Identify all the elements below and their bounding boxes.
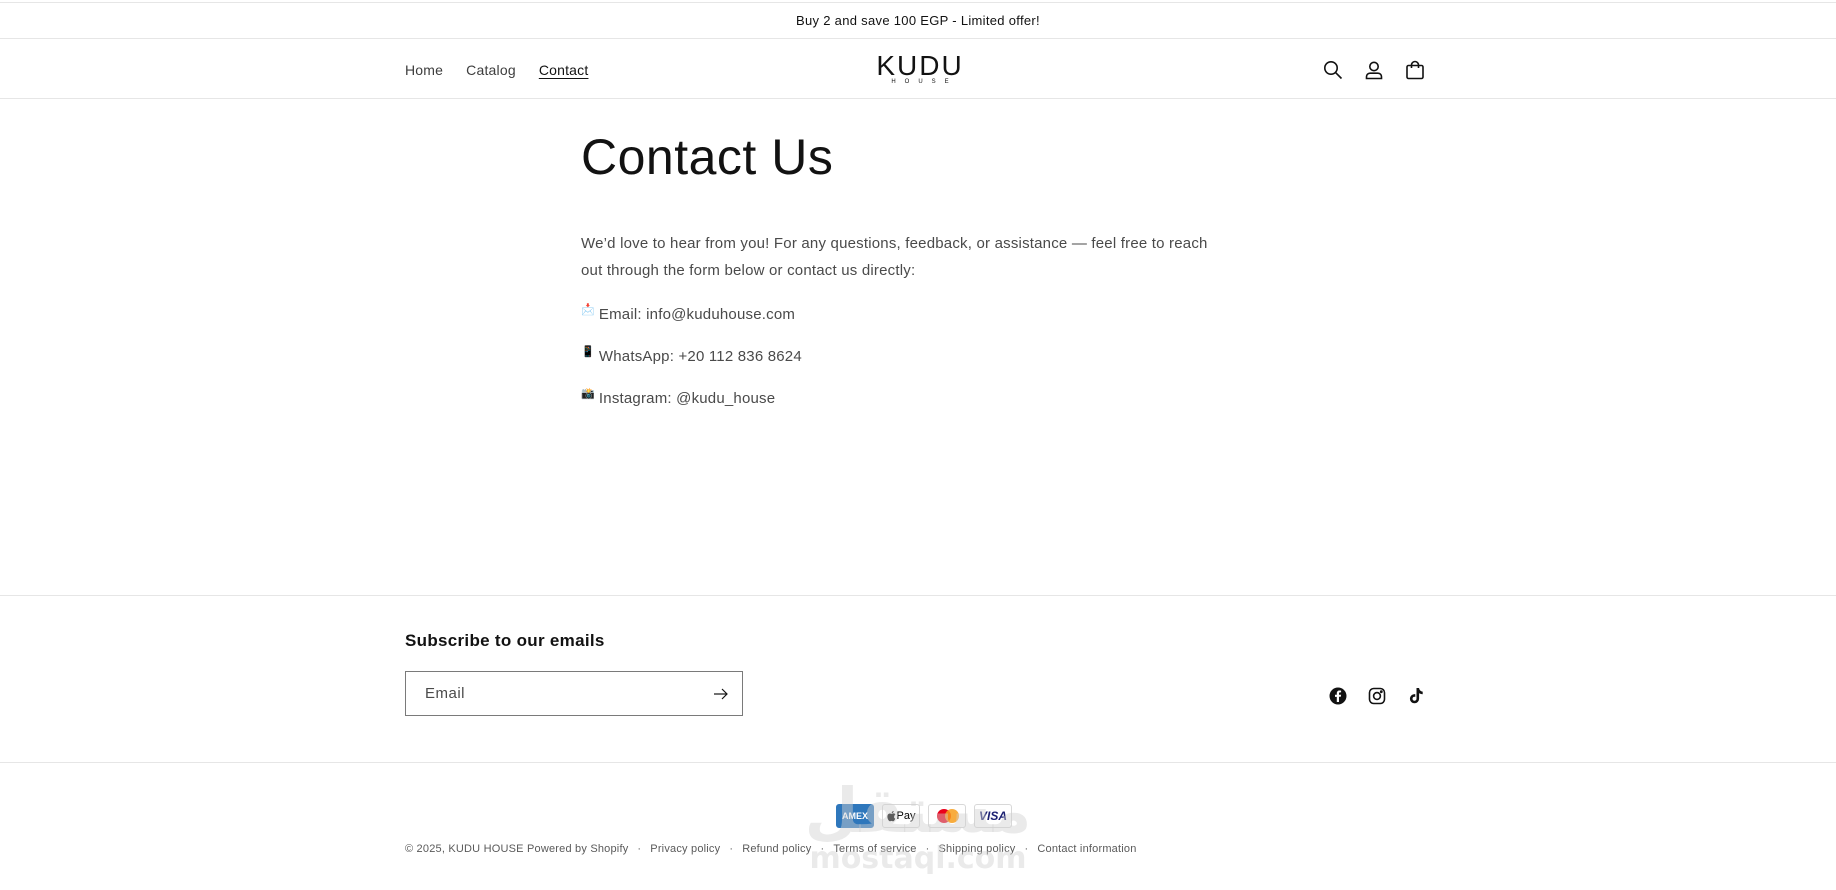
copyright-text: © 2025, [405, 843, 446, 855]
phone-icon: 📱 [581, 346, 595, 358]
site-logo[interactable]: KUDU HOUSE [876, 52, 961, 86]
announcement-text: Buy 2 and save 100 EGP - Limited offer! [796, 13, 1040, 28]
shipping-policy-link[interactable]: Shipping policy [938, 843, 1015, 855]
subscribe-title: Subscribe to our emails [405, 631, 605, 650]
logo-main: KUDU [876, 50, 964, 81]
envelope-icon: 📩 [581, 304, 595, 316]
footer-divider-mid [0, 762, 1836, 763]
site-header: Home Catalog Contact KUDU HOUSE [0, 40, 1836, 99]
email-input[interactable] [425, 685, 695, 702]
payment-methods: AMEX Pay VISA [836, 804, 1012, 828]
logo-sub: HOUSE [891, 79, 958, 85]
contact-instagram-text: Instagram: @kudu_house [598, 390, 776, 407]
refund-policy-link[interactable]: Refund policy [742, 843, 811, 855]
instagram-icon[interactable] [1367, 686, 1387, 706]
contact-email-text: Email: info@kuduhouse.com [598, 306, 796, 323]
page-title: Contact Us [581, 129, 834, 185]
camera-icon: 📸 [581, 388, 595, 400]
terms-of-service-link[interactable]: Terms of service [833, 843, 916, 855]
newsletter-form [405, 671, 743, 716]
search-icon[interactable] [1321, 58, 1345, 82]
contact-whatsapp: 📱 WhatsApp: +20 112 836 8624 [581, 341, 1221, 365]
amex-icon: AMEX [836, 804, 874, 828]
mastercard-icon [928, 804, 966, 828]
contact-information-link[interactable]: Contact information [1037, 843, 1136, 855]
nav-home[interactable]: Home [405, 62, 443, 78]
contact-content: Contact Us We’d love to hear from you! F… [581, 125, 1221, 407]
contact-whatsapp-text: WhatsApp: +20 112 836 8624 [598, 348, 802, 365]
apple-pay-icon: Pay [882, 804, 920, 828]
apple-pay-label: Pay [896, 810, 916, 822]
tiktok-icon[interactable] [1406, 686, 1426, 706]
contact-instagram: 📸 Instagram: @kudu_house [581, 383, 1221, 407]
legal-links: © 2025, KUDU HOUSE Powered by Shopify · … [405, 843, 1137, 855]
cart-icon[interactable] [1403, 58, 1427, 82]
powered-by-link[interactable]: Powered by Shopify [527, 843, 628, 855]
arrow-right-icon[interactable] [712, 685, 730, 703]
header-icons [1321, 40, 1427, 99]
store-name-link[interactable]: KUDU HOUSE [448, 843, 523, 855]
social-links [1328, 686, 1426, 706]
footer-divider-top [0, 595, 1836, 596]
account-icon[interactable] [1362, 58, 1386, 82]
facebook-icon[interactable] [1328, 686, 1348, 706]
nav-catalog[interactable]: Catalog [466, 62, 516, 78]
contact-email: 📩 Email: info@kuduhouse.com [581, 299, 1221, 323]
intro-text: We’d love to hear from you! For any ques… [581, 235, 1208, 279]
announcement-bar: Buy 2 and save 100 EGP - Limited offer! [0, 3, 1836, 39]
nav-contact[interactable]: Contact [539, 62, 589, 78]
visa-icon: VISA [974, 804, 1012, 828]
main-nav: Home Catalog Contact [405, 40, 588, 99]
privacy-policy-link[interactable]: Privacy policy [650, 843, 720, 855]
